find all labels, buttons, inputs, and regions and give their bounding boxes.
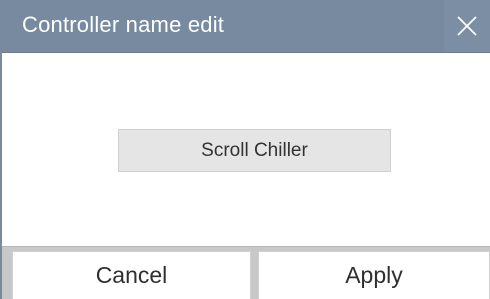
cancel-button[interactable]: Cancel xyxy=(12,251,251,299)
dialog-footer: Cancel Apply xyxy=(2,246,490,299)
close-button[interactable] xyxy=(444,0,490,52)
controller-name-edit-dialog: Controller name edit Scroll Chiller Canc… xyxy=(0,0,490,299)
dialog-title: Controller name edit xyxy=(22,12,225,37)
controller-name-field[interactable]: Scroll Chiller xyxy=(118,129,391,172)
close-icon xyxy=(457,16,477,36)
dialog-titlebar: Controller name edit xyxy=(2,0,490,53)
apply-button[interactable]: Apply xyxy=(258,251,490,299)
